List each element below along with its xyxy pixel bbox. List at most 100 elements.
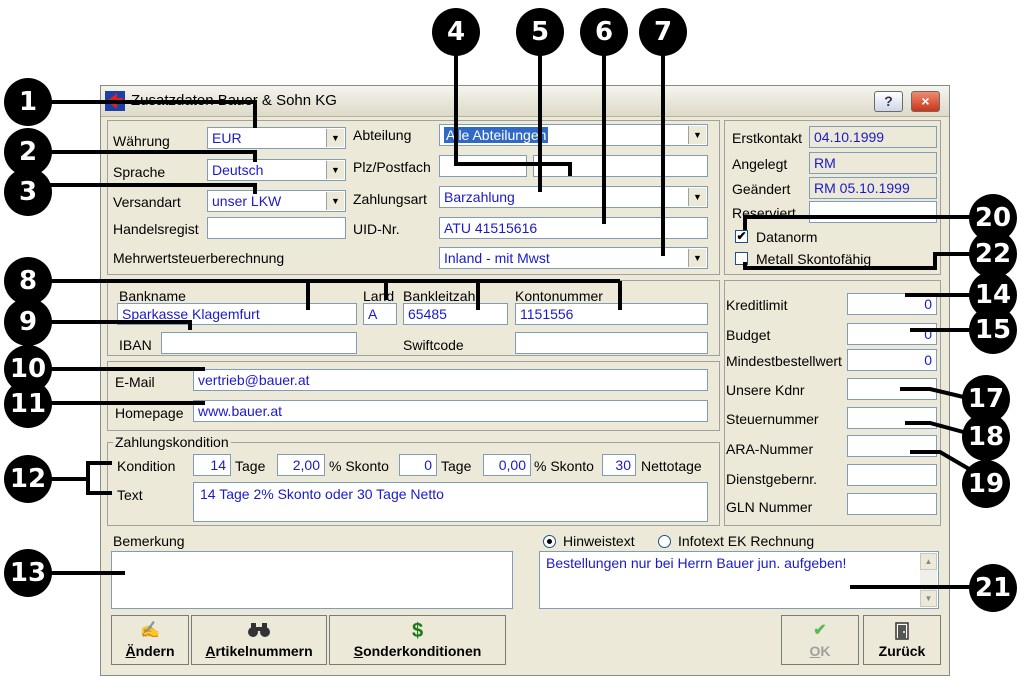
hinweistext-radio[interactable]	[543, 535, 556, 548]
callout-9: 9	[4, 298, 52, 346]
callout-7: 7	[639, 8, 687, 56]
infotext-label: Infotext EK Rechnung	[678, 533, 815, 549]
ara-label: ARA-Nummer	[726, 441, 814, 457]
chevron-down-icon[interactable]: ▼	[326, 161, 344, 179]
infotext-radio[interactable]	[658, 535, 671, 548]
email-input[interactable]: vertrieb@bauer.at	[193, 369, 708, 391]
mindest-input[interactable]: 0	[847, 349, 937, 371]
homepage-input[interactable]: www.bauer.at	[193, 400, 708, 422]
aendern-button[interactable]: ✍ Ändern	[111, 615, 189, 665]
uid-input[interactable]: ATU 41515616	[439, 217, 708, 239]
mwst-label: Mehrwertsteuerberechnung	[113, 250, 285, 266]
callout-4: 4	[432, 8, 480, 56]
mwst-select[interactable]: Inland - mit Mwst ▼	[439, 247, 708, 269]
plz-label: Plz/Postfach	[353, 159, 431, 175]
artikel-label: rtikelnummern	[215, 643, 313, 659]
scroll-up-icon[interactable]: ▲	[920, 553, 937, 570]
tage2-label: Tage	[441, 458, 472, 474]
swift-input[interactable]	[515, 332, 708, 354]
chevron-down-icon[interactable]: ▼	[326, 192, 344, 210]
steuer-label: Steuernummer	[726, 411, 819, 427]
payment-text-input[interactable]: 14 Tage 2% Skonto oder 30 Tage Netto	[193, 482, 708, 522]
postfach-input[interactable]	[533, 155, 708, 177]
steuer-input[interactable]	[847, 407, 937, 429]
gln-input[interactable]	[847, 493, 937, 515]
dienst-label: Dienstgebernr.	[726, 471, 818, 487]
waehrung-select[interactable]: EUR ▼	[207, 127, 346, 149]
datanorm-checkbox[interactable]: ✔	[735, 230, 748, 243]
blz-input[interactable]: 65485	[403, 303, 508, 325]
ok-label: K	[820, 643, 831, 659]
sprache-select[interactable]: Deutsch ▼	[207, 159, 346, 181]
chevron-down-icon[interactable]: ▼	[688, 249, 706, 267]
kondition-label: Kondition	[117, 458, 176, 474]
skonto2-input[interactable]: 0,00	[483, 454, 531, 476]
close-button[interactable]: ×	[911, 91, 940, 112]
scrollbar[interactable]: ▲ ▼	[920, 553, 937, 607]
skonto-checkbox[interactable]	[735, 252, 748, 265]
sprache-value: Deutsch	[212, 162, 264, 178]
mindest-label: Mindestbestellwert	[726, 353, 842, 369]
netto-input[interactable]: 30	[602, 454, 636, 476]
skonto1-input[interactable]: 2,00	[277, 454, 325, 476]
versandart-select[interactable]: unser LKW ▼	[207, 190, 346, 212]
title-bar[interactable]: Zusatzdaten Bauer & Sohn KG ? ×	[101, 86, 949, 117]
konto-input[interactable]: 1151556	[515, 303, 708, 325]
abteilung-value: Alle Abteilungen	[444, 127, 549, 143]
reserviert-input[interactable]	[809, 201, 937, 223]
angelegt-value: RM	[809, 152, 937, 174]
skonto2-label: % Skonto	[534, 458, 594, 474]
plz-input[interactable]	[439, 155, 527, 177]
callout-19: 19	[962, 460, 1010, 508]
versandart-label: Versandart	[113, 194, 181, 210]
ok-button[interactable]: ✔ OK	[781, 615, 859, 665]
aendern-label: ndern	[135, 643, 175, 659]
tage2-input[interactable]: 0	[399, 454, 437, 476]
help-button[interactable]: ?	[874, 91, 903, 112]
land-input[interactable]: A	[363, 303, 397, 325]
callout-6: 6	[580, 8, 628, 56]
zurueck-button[interactable]: Zurück	[863, 615, 941, 665]
zahlungsart-select[interactable]: Barzahlung ▼	[439, 186, 708, 208]
bankname-label: Bankname	[119, 288, 186, 304]
callout-5: 5	[516, 8, 564, 56]
chevron-down-icon[interactable]: ▼	[326, 129, 344, 147]
sonder-label: onderkonditionen	[363, 643, 482, 659]
scroll-down-icon[interactable]: ▼	[920, 590, 937, 607]
kreditlimit-input[interactable]: 0	[847, 293, 937, 315]
app-logo-icon	[105, 91, 125, 111]
artikelnummern-button[interactable]: Artikelnummern	[191, 615, 327, 665]
abteilung-select[interactable]: Alle Abteilungen ▼	[439, 124, 708, 146]
tage1-input[interactable]: 14	[193, 454, 231, 476]
sonderkonditionen-button[interactable]: $ Sonderkonditionen	[329, 615, 506, 665]
text-label: Text	[117, 487, 143, 503]
waehrung-label: Währung	[113, 133, 170, 149]
checkmark-icon: ✔	[813, 622, 827, 639]
uid-label: UID-Nr.	[353, 221, 400, 237]
konto-label: Kontonummer	[515, 288, 603, 304]
aendern-mnemonic: Ä	[125, 643, 136, 659]
angelegt-label: Angelegt	[732, 156, 788, 172]
dienst-input[interactable]	[847, 464, 937, 486]
callout-21: 21	[969, 564, 1017, 612]
hinweistext-input[interactable]: Bestellungen nur bei Herrn Bauer jun. au…	[539, 551, 939, 609]
swift-label: Swiftcode	[403, 337, 464, 353]
budget-input[interactable]: 0	[847, 323, 937, 345]
abteilung-label: Abteilung	[353, 127, 412, 143]
ara-input[interactable]	[847, 435, 937, 457]
zahlungsart-value: Barzahlung	[444, 189, 515, 205]
blz-label: Bankleitzahl	[403, 288, 479, 304]
bemerkung-input[interactable]	[111, 551, 513, 609]
hinweistext-label: Hinweistext	[563, 533, 635, 549]
handelsregist-label: Handelsregist	[113, 221, 199, 237]
chevron-down-icon[interactable]: ▼	[688, 126, 706, 144]
handelsregist-input[interactable]	[207, 217, 346, 239]
sonder-mnemonic: S	[353, 643, 364, 659]
kdnr-input[interactable]	[847, 378, 937, 400]
erstkontakt-label: Erstkontakt	[732, 130, 803, 146]
hinweistext-value: Bestellungen nur bei Herrn Bauer jun. au…	[546, 555, 847, 571]
bankname-input[interactable]: Sparkasse Klagemfurt	[117, 303, 357, 325]
dollar-icon: $	[411, 620, 424, 642]
chevron-down-icon[interactable]: ▼	[688, 188, 706, 206]
iban-input[interactable]	[161, 332, 357, 354]
